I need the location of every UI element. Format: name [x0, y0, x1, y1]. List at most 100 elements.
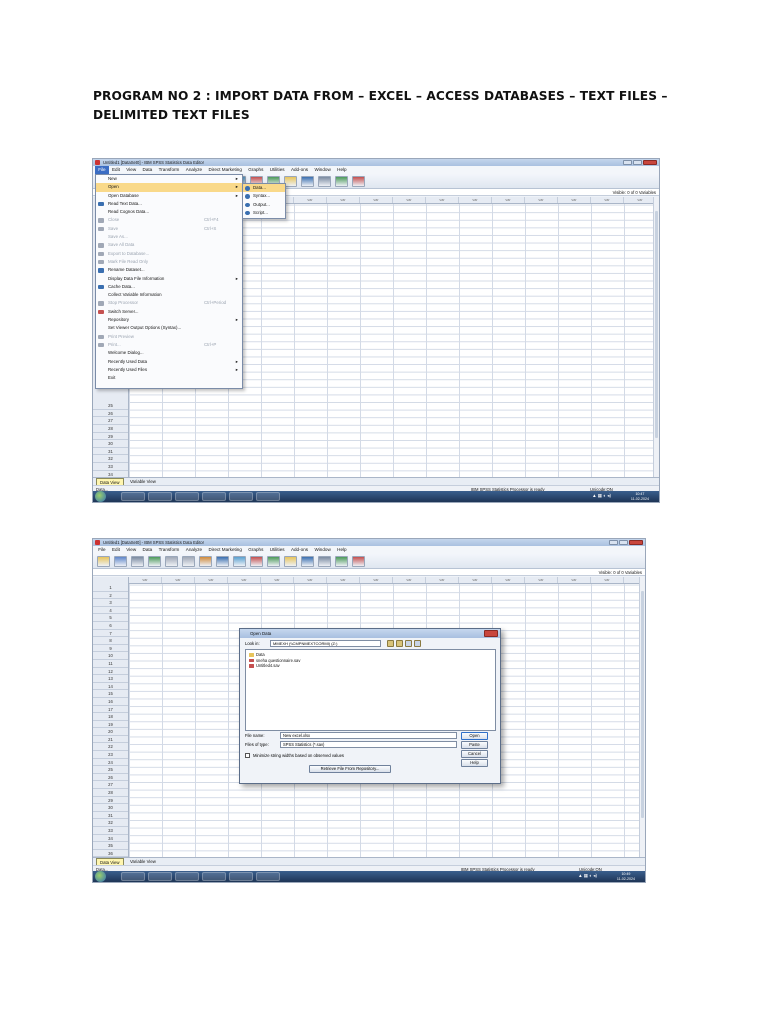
maximize-icon[interactable]	[633, 160, 642, 165]
open-folder-icon[interactable]	[97, 556, 110, 567]
spss-taskbar-icon[interactable]	[256, 872, 280, 881]
file-menu-item-welcome-dialog[interactable]: Welcome Dialog...	[96, 349, 242, 357]
media-player-icon[interactable]	[175, 872, 199, 881]
dialog-recall-icon[interactable]	[148, 556, 161, 567]
new-folder-icon[interactable]	[396, 640, 403, 647]
media-player-icon[interactable]	[175, 492, 199, 501]
spss-taskbar-icon[interactable]	[256, 492, 280, 501]
file-menu-item-cache-data[interactable]: Cache Data...	[96, 283, 242, 291]
open-submenu-item-output[interactable]: Output...	[243, 201, 285, 209]
variables-icon[interactable]	[233, 556, 246, 567]
word-icon[interactable]	[229, 872, 253, 881]
ie-icon[interactable]	[121, 492, 145, 501]
retrieve-from-repository-button[interactable]: Retrieve File From Repository...	[309, 765, 391, 773]
file-menu-item-display-data-file-information[interactable]: Display Data File Information ▸	[96, 275, 242, 283]
vertical-scrollbar[interactable]	[653, 197, 659, 478]
select-cases-icon[interactable]	[335, 556, 348, 567]
menu-utilities[interactable]: Utilities	[267, 546, 288, 554]
weight-cases-icon[interactable]	[318, 556, 331, 567]
redo-icon[interactable]	[182, 556, 195, 567]
menu-transform[interactable]: Transform	[155, 166, 182, 174]
open-submenu-item-data[interactable]: Data...	[243, 184, 285, 193]
insert-cases-icon[interactable]	[267, 556, 280, 567]
chrome-icon[interactable]	[202, 492, 226, 501]
look-in-select[interactable]: MMEXH (\\CMPNMEXTCORMI) (Z:)	[270, 640, 381, 647]
details-view-icon[interactable]	[414, 640, 421, 647]
open-submenu-item-script[interactable]: Script...	[243, 209, 285, 217]
menu-analyze[interactable]: Analyze	[183, 546, 206, 554]
word-icon[interactable]	[229, 492, 253, 501]
goto-variable-icon[interactable]	[216, 556, 229, 567]
goto-case-icon[interactable]	[199, 556, 212, 567]
open-button[interactable]: Open	[461, 732, 488, 740]
find-icon[interactable]	[250, 556, 263, 567]
file-menu-item-read-text-data[interactable]: Read Text Data...	[96, 200, 242, 208]
menu-data[interactable]: Data	[139, 546, 155, 554]
file-menu-item-collect-variable-information[interactable]: Collect Variable Information	[96, 291, 242, 299]
menu-file[interactable]: File	[95, 166, 109, 174]
menu-view[interactable]: View	[123, 166, 139, 174]
menu-help[interactable]: Help	[334, 166, 350, 174]
menu-file[interactable]: File	[95, 546, 109, 554]
menu-edit[interactable]: Edit	[109, 546, 123, 554]
menu-direct-marketing[interactable]: Direct Marketing	[205, 166, 245, 174]
menu-help[interactable]: Help	[334, 546, 350, 554]
start-button-icon[interactable]	[95, 871, 106, 882]
menu-view[interactable]: View	[123, 546, 139, 554]
menu-window[interactable]: Window	[311, 166, 334, 174]
menu-graphs[interactable]: Graphs	[245, 166, 266, 174]
menu-add-ons[interactable]: Add-ons	[288, 166, 312, 174]
split-file-icon[interactable]	[301, 556, 314, 567]
menu-graphs[interactable]: Graphs	[245, 546, 266, 554]
file-menu-item-switch-server[interactable]: Switch Server...	[96, 308, 242, 316]
dialog-close-icon[interactable]	[484, 630, 498, 637]
split-file-icon[interactable]	[301, 176, 314, 187]
file-type-select[interactable]: SPSS Statistics (*.sav)	[280, 741, 457, 748]
file-name-input[interactable]: New excel.xlsx	[280, 732, 457, 739]
value-labels-icon[interactable]	[352, 176, 365, 187]
close-icon[interactable]	[643, 160, 657, 165]
minimize-icon[interactable]	[609, 540, 618, 545]
cancel-button[interactable]: Cancel	[461, 750, 488, 758]
file-menu-item-repository[interactable]: Repository ▸	[96, 316, 242, 324]
menu-edit[interactable]: Edit	[109, 166, 123, 174]
minimize-icon[interactable]	[623, 160, 632, 165]
menu-data[interactable]: Data	[139, 166, 155, 174]
file-menu-item-recently-used-data[interactable]: Recently Used Data ▸	[96, 358, 242, 366]
file-menu-item-rename-dataset[interactable]: Rename Dataset...	[96, 266, 242, 274]
value-labels-icon[interactable]	[352, 556, 365, 567]
minimize-string-widths-checkbox[interactable]	[245, 753, 250, 758]
explorer-icon[interactable]	[148, 492, 172, 501]
file-menu-item-set-viewer-output-options-syntax[interactable]: Set Viewer Output Options (Syntax)...	[96, 324, 242, 332]
file-list-item[interactable]: Untitled4.sav	[249, 663, 492, 669]
menu-window[interactable]: Window	[311, 546, 334, 554]
open-submenu-item-syntax[interactable]: Syntax...	[243, 192, 285, 200]
explorer-icon[interactable]	[148, 872, 172, 881]
insert-variable-icon[interactable]	[284, 556, 297, 567]
file-menu-item-recently-used-files[interactable]: Recently Used Files ▸	[96, 366, 242, 374]
file-menu-item-open[interactable]: Open ▸	[96, 183, 242, 192]
close-icon[interactable]	[629, 540, 643, 545]
select-cases-icon[interactable]	[335, 176, 348, 187]
save-icon[interactable]	[114, 556, 127, 567]
start-button-icon[interactable]	[95, 491, 106, 502]
menu-utilities[interactable]: Utilities	[267, 166, 288, 174]
help-button[interactable]: Help	[461, 759, 488, 767]
maximize-icon[interactable]	[619, 540, 628, 545]
undo-icon[interactable]	[165, 556, 178, 567]
file-menu-item-read-cognos-data[interactable]: Read Cognos Data...	[96, 208, 242, 216]
ie-icon[interactable]	[121, 872, 145, 881]
menu-transform[interactable]: Transform	[155, 546, 182, 554]
chrome-icon[interactable]	[202, 872, 226, 881]
up-folder-icon[interactable]	[387, 640, 394, 647]
file-menu-item-open-database[interactable]: Open Database ▸	[96, 192, 242, 200]
print-icon[interactable]	[131, 556, 144, 567]
menu-analyze[interactable]: Analyze	[183, 166, 206, 174]
weight-cases-icon[interactable]	[318, 176, 331, 187]
vertical-scrollbar[interactable]	[639, 577, 645, 858]
file-menu-item-new[interactable]: New ▸	[96, 175, 242, 183]
paste-button[interactable]: Paste	[461, 741, 488, 749]
scrollbar-thumb[interactable]	[655, 211, 658, 438]
menu-add-ons[interactable]: Add-ons	[288, 546, 312, 554]
list-view-icon[interactable]	[405, 640, 412, 647]
